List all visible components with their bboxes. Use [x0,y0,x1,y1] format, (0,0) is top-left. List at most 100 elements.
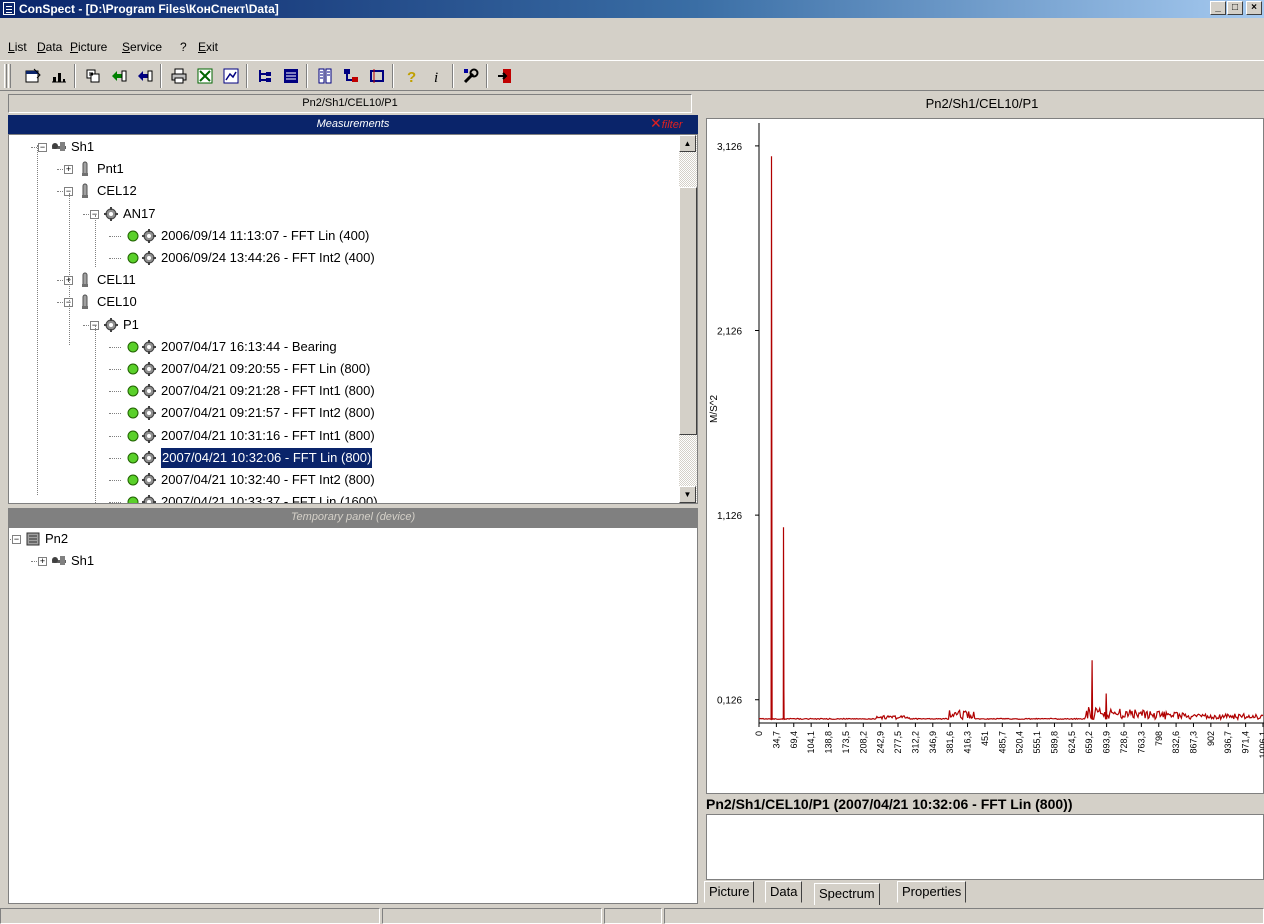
status-ok-icon [125,250,141,266]
properties-button[interactable] [22,65,44,87]
table-view-button[interactable] [280,65,302,87]
frame-button[interactable] [366,65,388,87]
x-tick-label: 798 [1154,731,1164,746]
point-icon [77,272,93,288]
settings-button[interactable] [460,65,482,87]
tree-guide [37,145,38,495]
tab-data[interactable]: Data [765,881,803,903]
point-icon [77,294,93,310]
exit-icon [498,69,511,83]
export-button[interactable] [220,65,242,87]
measurement-item[interactable]: 2006/09/24 13:44:26 - FFT Int2 (400) [9,248,697,268]
expand-toggle-icon[interactable]: + [38,557,47,566]
x-tick-label: 416,3 [963,731,973,754]
excel-button[interactable] [194,65,216,87]
help-icon: ? [407,69,416,84]
measurements-tree[interactable]: − Sh1 + Pnt1 − CEL12 − AN17 2006/09/14 11:13:07 … [8,134,698,504]
tree-node[interactable]: + Sh1 [9,551,697,571]
chart-button[interactable] [48,65,70,87]
point-icon [77,183,93,199]
collapse-toggle-icon[interactable]: − [38,143,47,152]
menu-list[interactable]: List [8,40,27,54]
tree-connector [109,369,121,370]
expand-toggle-icon[interactable]: + [64,165,73,175]
measurement-item[interactable]: 2007/04/21 10:33:37 - FFT Lin (1600) [9,492,697,504]
menu-picture[interactable]: Picture [70,40,107,54]
y-tick-label: 0,126 [717,696,742,707]
toolbar-separator [486,64,488,88]
measurement-item[interactable]: 2007/04/21 10:32:40 - FFT Int2 (800) [9,470,697,490]
chart-frame: 3,126 2,126 1,126 0,126 M/S^2 0 34,7 69,4 104,1 1… [706,118,1264,794]
tree-node[interactable]: − P1 [9,315,697,335]
measurement-item[interactable]: 2007/04/21 09:20:55 - FFT Lin (800) [9,359,697,379]
tree-node[interactable]: − Sh1 [9,137,697,157]
list-view-button[interactable] [314,65,336,87]
exit-button[interactable] [494,65,516,87]
filter-toggle[interactable]: ✕filter [650,116,698,133]
frame-icon [370,69,384,83]
maximize-button[interactable]: □ [1227,1,1243,15]
measurement-item[interactable]: 2007/04/21 10:31:16 - FFT Int1 (800) [9,426,697,446]
toolbar-grip [4,64,7,88]
tree-node[interactable]: − CEL12 [9,181,697,201]
x-tick-label: 277,5 [893,731,903,754]
tree-node-label: 2007/04/21 09:21:28 - FFT Int1 (800) [161,383,375,399]
tree-node[interactable]: − CEL10 [9,292,697,312]
tree-guide [95,325,96,503]
gear-icon [141,361,157,377]
hierarchy-button[interactable] [340,65,362,87]
info-button[interactable]: i [426,65,448,87]
tree-node[interactable]: + Pnt1 [9,159,697,179]
close-button[interactable]: × [1246,1,1262,15]
y-tick-label: 2,126 [717,327,742,338]
help-button[interactable]: ? [400,65,422,87]
x-tick-label: 902 [1206,731,1216,746]
x-tick-label: 659,2 [1084,731,1094,754]
tree-node[interactable]: − Pn2 [9,529,697,549]
x-tick-label: 0 [754,731,764,736]
x-tick-label: 1006,1 [1258,731,1264,759]
tab-spectrum[interactable]: Spectrum [814,883,880,905]
tree-node-label: 2007/04/21 10:33:37 - FFT Lin (1600) [161,494,378,504]
x-tick-label: 832,6 [1171,731,1181,754]
measurements-header: Measurements [8,115,698,134]
status-ok-icon [125,472,141,488]
collapse-toggle-icon[interactable]: − [12,535,21,544]
temporary-tree[interactable]: − Pn2 + Sh1 [8,527,698,904]
menu-data[interactable]: Data [37,40,62,54]
point-icon [77,161,93,177]
menu-help[interactable]: ? [180,40,187,54]
menu-service[interactable]: Service [122,40,162,54]
load-button[interactable] [134,65,156,87]
import-button[interactable] [82,65,104,87]
measurement-item[interactable]: 2007/04/21 10:32:06 - FFT Lin (800) [9,446,697,469]
menu-exit[interactable]: Exit [198,40,218,54]
tab-picture[interactable]: Picture [704,881,755,903]
tree-view-button[interactable] [254,65,276,87]
tree-scrollbar[interactable]: ▲ ▼ [679,135,697,503]
tree-node[interactable]: − AN17 [9,204,697,224]
x-tick-label: 312,2 [910,731,920,754]
spectrum-chart[interactable]: 3,126 2,126 1,126 0,126 M/S^2 0 34,7 69,4 104,1 1… [707,119,1264,795]
gear-icon [141,405,157,421]
minimize-button[interactable]: _ [1210,1,1226,15]
scroll-down-icon[interactable]: ▼ [679,486,696,503]
gear-icon [141,428,157,444]
notes-area[interactable] [706,814,1264,880]
gear-icon [141,383,157,399]
scrollbar-thumb[interactable] [679,187,697,435]
measurement-item[interactable]: 2007/04/21 09:21:57 - FFT Int2 (800) [9,403,697,423]
gear-icon [103,317,119,333]
x-tick-label: 693,9 [1102,731,1112,754]
tree-view-icon [259,70,271,82]
measurement-item[interactable]: 2007/04/21 09:21:28 - FFT Int1 (800) [9,381,697,401]
print-button[interactable] [168,65,190,87]
toolbar: ? i [0,60,1264,91]
tree-node[interactable]: + CEL11 [9,270,697,290]
tab-properties[interactable]: Properties [897,881,967,903]
tree-node-label: 2007/04/17 16:13:44 - Bearing [161,338,337,354]
open-button[interactable] [108,65,130,87]
scroll-up-icon[interactable]: ▲ [679,135,696,152]
measurement-item[interactable]: 2006/09/14 11:13:07 - FFT Lin (400) [9,226,697,246]
measurement-item[interactable]: 2007/04/17 16:13:44 - Bearing [9,337,697,357]
